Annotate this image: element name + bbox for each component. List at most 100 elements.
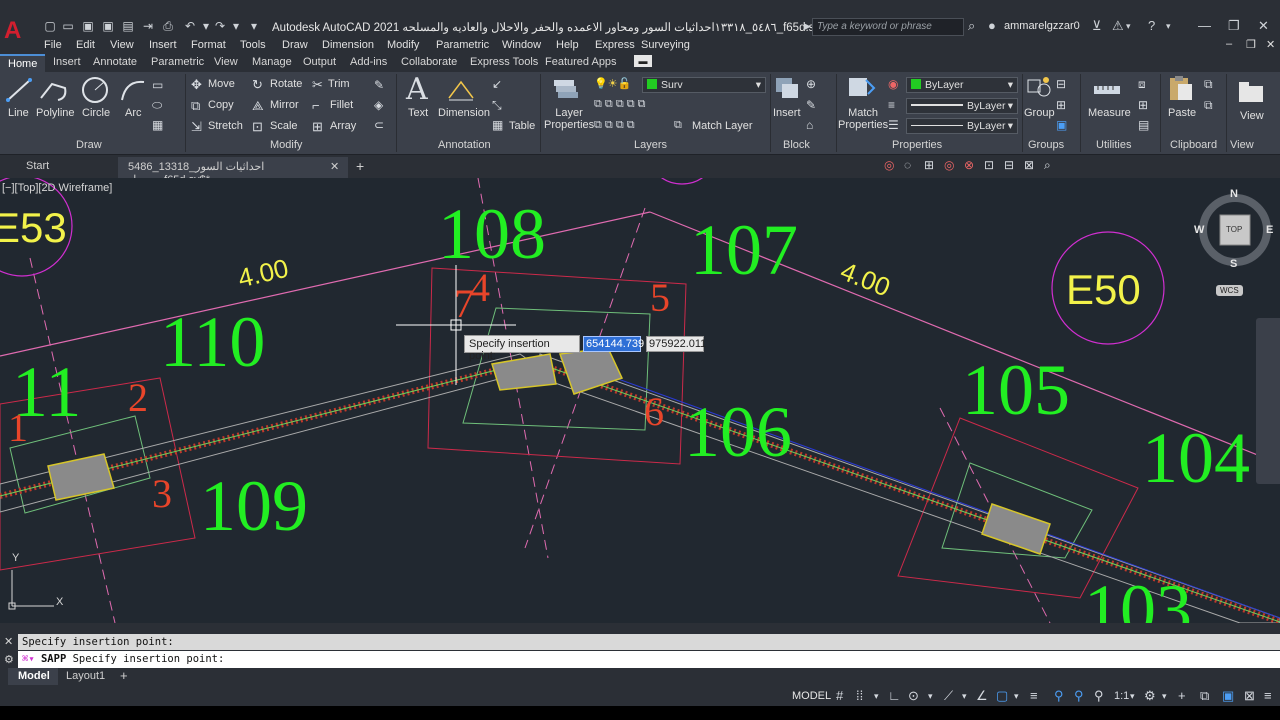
cut-icon[interactable]: ⧉ [1204, 77, 1213, 92]
move-button[interactable]: Move [208, 78, 235, 90]
annotation-scale-value[interactable]: 1:1 [1114, 690, 1129, 702]
compass-north[interactable]: N [1230, 188, 1238, 200]
line-icon[interactable] [4, 76, 34, 104]
text-button[interactable]: Text [408, 107, 428, 119]
ortho-icon[interactable]: ∟ [888, 688, 901, 703]
annotation-autoscale-icon[interactable]: ⚲ [1074, 688, 1084, 704]
zoom-search-icon[interactable]: ⌕ [1044, 158, 1051, 173]
ungroup-icon[interactable]: ⊟ [1056, 77, 1066, 91]
save-as-icon[interactable]: ▣ [100, 18, 116, 34]
menu-insert[interactable]: Insert [149, 39, 177, 51]
group-icon[interactable] [1024, 74, 1054, 102]
isodraft-dropdown-icon[interactable]: ▾ [962, 691, 967, 702]
layer-properties-button[interactable]: Layer Properties [544, 107, 594, 131]
stretch-icon[interactable]: ⇲ [191, 119, 202, 135]
clipboard-panel-title[interactable]: Clipboard [1170, 139, 1217, 151]
fillet-button[interactable]: Fillet [330, 99, 353, 111]
tab-insert[interactable]: Insert [53, 56, 81, 68]
x-coordinate-input[interactable]: 654144.739 [583, 336, 644, 352]
doc-restore-icon[interactable]: ❐ [1246, 38, 1256, 51]
menu-window[interactable]: Window [502, 39, 541, 51]
annotation-monitor-icon[interactable]: + [1178, 688, 1186, 703]
paste-button[interactable]: Paste [1168, 107, 1196, 119]
block-panel-title[interactable]: Block [783, 139, 810, 151]
layer-walk-icon[interactable]: ⊠ [1024, 158, 1034, 172]
search-input[interactable]: Type a keyword or phrase [812, 18, 964, 36]
menu-express[interactable]: Express [595, 39, 635, 51]
command-input[interactable]: ⌘▾ SAPP Specify insertion point: [18, 651, 1280, 668]
hide-icon[interactable]: ◌ [904, 158, 911, 172]
tab-close-icon[interactable]: ✕ [330, 160, 339, 173]
save-icon[interactable]: ▣ [80, 18, 96, 34]
new-file-icon[interactable]: ▢ [42, 18, 58, 34]
help-dropdown-icon[interactable]: ▾ [1166, 21, 1171, 32]
model-tab-label[interactable]: Model [18, 670, 50, 682]
add-layout-icon[interactable]: + [120, 668, 128, 683]
menu-format[interactable]: Format [191, 39, 226, 51]
show-icon[interactable]: ⊞ [924, 158, 934, 172]
table-icon[interactable]: ▦ [492, 118, 503, 132]
circle-button[interactable]: Circle [82, 107, 110, 119]
isolate-objects-icon[interactable]: ▣ [1222, 688, 1234, 704]
mleader-icon[interactable]: ⤡ [492, 98, 502, 113]
tab-output[interactable]: Output [303, 56, 336, 68]
start-tab[interactable]: Start [26, 160, 49, 172]
compass-east[interactable]: E [1266, 224, 1273, 236]
annotation-visibility-icon[interactable]: ⚲ [1054, 688, 1064, 704]
group-button[interactable]: Group [1024, 107, 1055, 119]
off-icon[interactable]: ⊗ [964, 158, 974, 172]
match-properties-icon[interactable] [846, 74, 876, 102]
menu-tools[interactable]: Tools [240, 39, 266, 51]
object-snap-icon[interactable]: ▢ [996, 688, 1008, 704]
print-icon[interactable]: ⎙ [160, 18, 176, 34]
quick-select-icon[interactable]: ⧈ [1138, 77, 1146, 92]
properties-panel-title[interactable]: Properties [892, 139, 942, 151]
leader-icon[interactable]: ↙ [492, 77, 502, 91]
new-tab-icon[interactable]: + [356, 158, 364, 174]
restore-icon[interactable]: ❐ [1228, 18, 1240, 34]
annotation-panel-title[interactable]: Annotation [438, 139, 491, 151]
search-icon[interactable]: ⌕ [968, 18, 975, 34]
y-coordinate-input[interactable]: 975922.011 [646, 336, 706, 352]
doc-close-icon[interactable]: ✕ [1266, 38, 1275, 51]
close-icon[interactable]: ✕ [1258, 18, 1269, 34]
exchange-dropdown-icon[interactable]: ▾ [1126, 21, 1131, 32]
customization-icon[interactable]: ≡ [1264, 688, 1272, 703]
exchange-icon[interactable]: ⚠ [1112, 18, 1124, 34]
object-snap-dropdown-icon[interactable]: ▾ [1014, 691, 1019, 702]
hardware-acceleration-icon[interactable]: ⊠ [1244, 688, 1255, 704]
web-mobile-icon[interactable]: ▤ [120, 18, 136, 34]
boundary-icon[interactable]: ▦ [152, 118, 163, 132]
user-name[interactable]: ammarelgzzar0 [1004, 20, 1080, 32]
tab-manage[interactable]: Manage [252, 56, 292, 68]
navigation-bar[interactable] [1256, 318, 1280, 484]
copy-clip-icon[interactable]: ⧉ [1204, 98, 1213, 113]
menu-edit[interactable]: Edit [76, 39, 95, 51]
select-all-icon[interactable]: ⊞ [1138, 98, 1148, 112]
dimension-button[interactable]: Dimension [438, 107, 490, 119]
redo-dropdown-icon[interactable]: ▾ [228, 18, 244, 34]
polyline-icon[interactable] [38, 76, 68, 104]
scale-icon[interactable]: ⊡ [252, 119, 263, 135]
base-button[interactable]: View [1240, 110, 1264, 122]
tab-express-tools[interactable]: Express Tools [470, 56, 538, 68]
cmd-customize-icon[interactable]: ⚙ [4, 653, 14, 666]
layer-tools-icons-1[interactable]: ⧉ ⧉ ⧉ ⧉ ⧉ [594, 98, 646, 111]
isodraft-icon[interactable]: ⟋ [944, 688, 953, 704]
snap-dropdown-icon[interactable]: ▾ [874, 691, 879, 702]
create-block-icon[interactable]: ⊕ [806, 77, 816, 91]
polar-dropdown-icon[interactable]: ▾ [928, 691, 933, 702]
rectangle-icon[interactable]: ▭ [152, 78, 163, 92]
dimension-icon[interactable] [446, 76, 476, 104]
measure-icon[interactable] [1092, 76, 1122, 104]
paste-icon[interactable] [1166, 74, 1196, 102]
units-icon[interactable]: ⧉ [1200, 688, 1209, 704]
menu-help[interactable]: Help [556, 39, 579, 51]
line-button[interactable]: Line [8, 107, 29, 119]
tab-parametric[interactable]: Parametric [151, 56, 204, 68]
scale-dropdown-icon[interactable]: ▾ [1130, 691, 1135, 702]
cart-icon[interactable]: ⊻ [1092, 18, 1102, 34]
workspace-dropdown-icon[interactable]: ▾ [1162, 691, 1167, 702]
lineweight-dropdown[interactable]: ByLayer ▾ [906, 118, 1018, 134]
color-wheel-icon[interactable]: ◉ [888, 77, 898, 91]
